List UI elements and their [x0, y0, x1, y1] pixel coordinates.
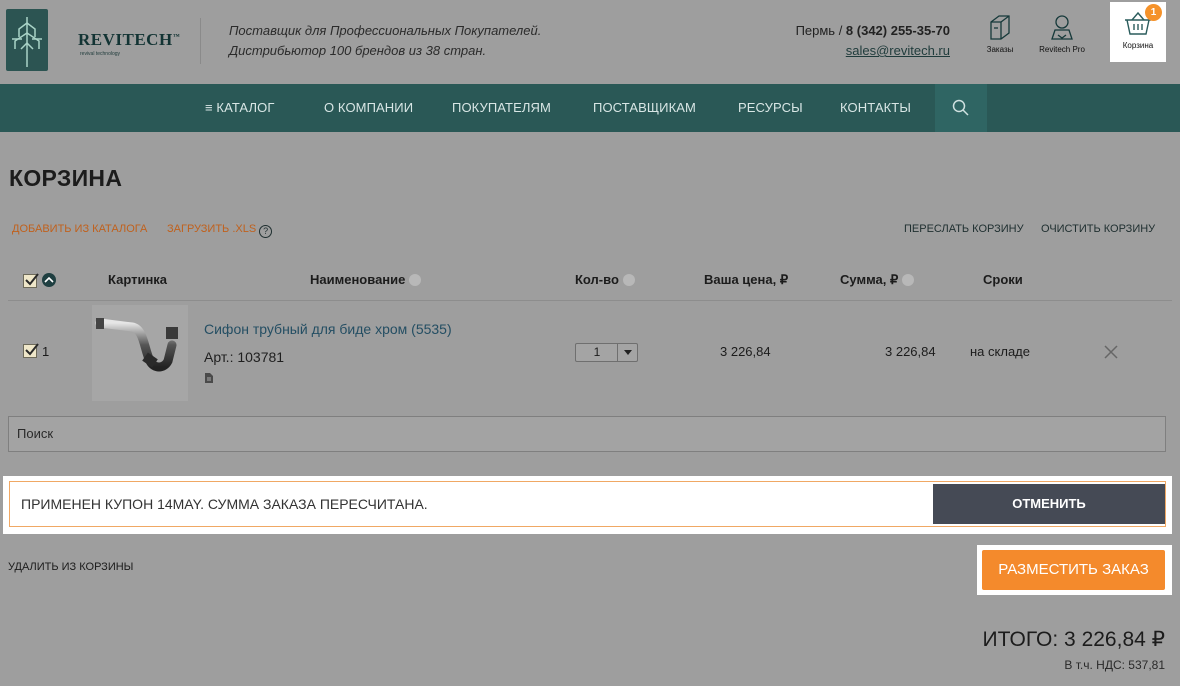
product-price: 3 226,84 — [720, 344, 771, 359]
page-title: КОРЗИНА — [9, 165, 123, 191]
logo-icon[interactable] — [6, 9, 48, 71]
product-article: Арт.: 103781 — [204, 349, 285, 365]
main-navigation: ≡ КАТАЛОГ О КОМПАНИИ ПОКУПАТЕЛЯМ ПОСТАВЩ… — [0, 84, 1180, 132]
chevron-down-icon[interactable] — [617, 344, 637, 361]
remove-from-cart-link[interactable]: УДАЛИТЬ ИЗ КОРЗИНЫ — [8, 561, 133, 573]
row-checkbox[interactable] — [23, 343, 39, 358]
add-from-catalog-link[interactable]: ДОБАВИТЬ ИЗ КАТАЛОГА — [12, 223, 147, 235]
siphon-pipe-icon — [95, 318, 178, 372]
phone-link[interactable]: 8 (342) 255-35-70 — [846, 23, 950, 38]
sort-icon[interactable] — [902, 274, 915, 286]
forward-cart-link[interactable]: ПЕРЕСЛАТЬ КОРЗИНУ — [904, 223, 1024, 235]
email-link[interactable]: sales@revitech.ru — [846, 43, 950, 58]
nav-buyers[interactable]: ПОКУПАТЕЛЯМ — [452, 84, 551, 132]
product-terms: на складе — [970, 344, 1030, 359]
sort-icon[interactable] — [409, 274, 422, 286]
nav-contacts[interactable]: КОНТАКТЫ — [840, 84, 911, 132]
select-all-checkbox[interactable] — [23, 273, 39, 288]
header-tagline: Поставщик для Профессиональных Покупател… — [229, 23, 542, 58]
col-terms: Сроки — [983, 272, 1023, 287]
col-sum[interactable]: Сумма, ₽ — [840, 272, 915, 288]
place-order-button[interactable]: РАЗМЕСТИТЬ ЗАКАЗ — [982, 550, 1165, 590]
cart-count-badge: 1 — [1145, 4, 1162, 21]
coupon-message: ПРИМЕНЕН КУПОН 14MAY. СУММА ЗАКАЗА ПЕРЕС… — [21, 496, 428, 512]
coupon-cancel-button[interactable]: ОТМЕНИТЬ — [933, 484, 1165, 524]
box-icon — [990, 15, 1010, 40]
nav-catalog[interactable]: ≡ КАТАЛОГ — [205, 84, 274, 132]
cart-button[interactable]: Корзина 1 — [1110, 2, 1166, 62]
nav-search-button[interactable] — [935, 84, 987, 132]
coupon-notice: ПРИМЕНЕН КУПОН 14MAY. СУММА ЗАКАЗА ПЕРЕС… — [3, 476, 1172, 534]
divider — [8, 300, 1172, 301]
col-price: Ваша цена, ₽ — [704, 272, 789, 287]
orders-button[interactable]: Заказы — [970, 10, 1030, 66]
product-name-link[interactable]: Сифон трубный для биде хром (5535) — [204, 321, 452, 337]
col-image: Картинка — [108, 272, 168, 287]
remove-item-close-icon[interactable] — [1104, 345, 1118, 364]
site-header: REVITECH™ revival technology Поставщик д… — [0, 0, 1180, 84]
nav-resources[interactable]: РЕСУРСЫ — [738, 84, 803, 132]
checkmark-icon — [25, 343, 39, 356]
city[interactable]: Пермь — [796, 23, 836, 38]
collapse-toggle-icon[interactable] — [42, 273, 56, 287]
col-name[interactable]: Наименование — [310, 272, 422, 287]
document-icon[interactable] — [204, 371, 214, 389]
clear-cart-link[interactable]: ОЧИСТИТЬ КОРЗИНУ — [1041, 223, 1155, 235]
help-icon[interactable]: ? — [259, 225, 273, 238]
nav-suppliers[interactable]: ПОСТАВЩИКАМ — [593, 84, 696, 132]
vat-amount: В т.ч. НДС: 537,81 — [1064, 658, 1165, 672]
quantity-value[interactable]: 1 — [576, 344, 618, 361]
nav-about[interactable]: О КОМПАНИИ — [324, 84, 413, 132]
header-contacts: Пермь / 8 (342) 255-35-70 sales@revitech… — [795, 23, 950, 58]
checkmark-icon — [25, 273, 39, 286]
brand-subtitle: revival technology — [80, 51, 121, 57]
quantity-select[interactable]: 1 — [575, 343, 638, 362]
upload-xls-link[interactable]: ЗАГРУЗИТЬ .XLS? — [167, 223, 273, 238]
user-icon — [1051, 15, 1073, 40]
cart-search-input[interactable]: Поиск — [8, 416, 1166, 452]
place-order-wrapper: РАЗМЕСТИТЬ ЗАКАЗ — [977, 545, 1172, 595]
product-image[interactable] — [92, 305, 188, 401]
product-sum: 3 226,84 — [885, 344, 936, 359]
header-divider — [200, 18, 201, 64]
search-icon — [952, 99, 969, 116]
revitech-pro-button[interactable]: Revitech Pro — [1032, 10, 1092, 66]
col-qty[interactable]: Кол-во — [575, 272, 635, 287]
brand-name[interactable]: REVITECH™ — [78, 30, 180, 50]
sort-icon[interactable] — [622, 274, 635, 286]
order-total: ИТОГО: 3 226,84 ₽ — [982, 628, 1165, 651]
row-number: 1 — [42, 344, 50, 359]
